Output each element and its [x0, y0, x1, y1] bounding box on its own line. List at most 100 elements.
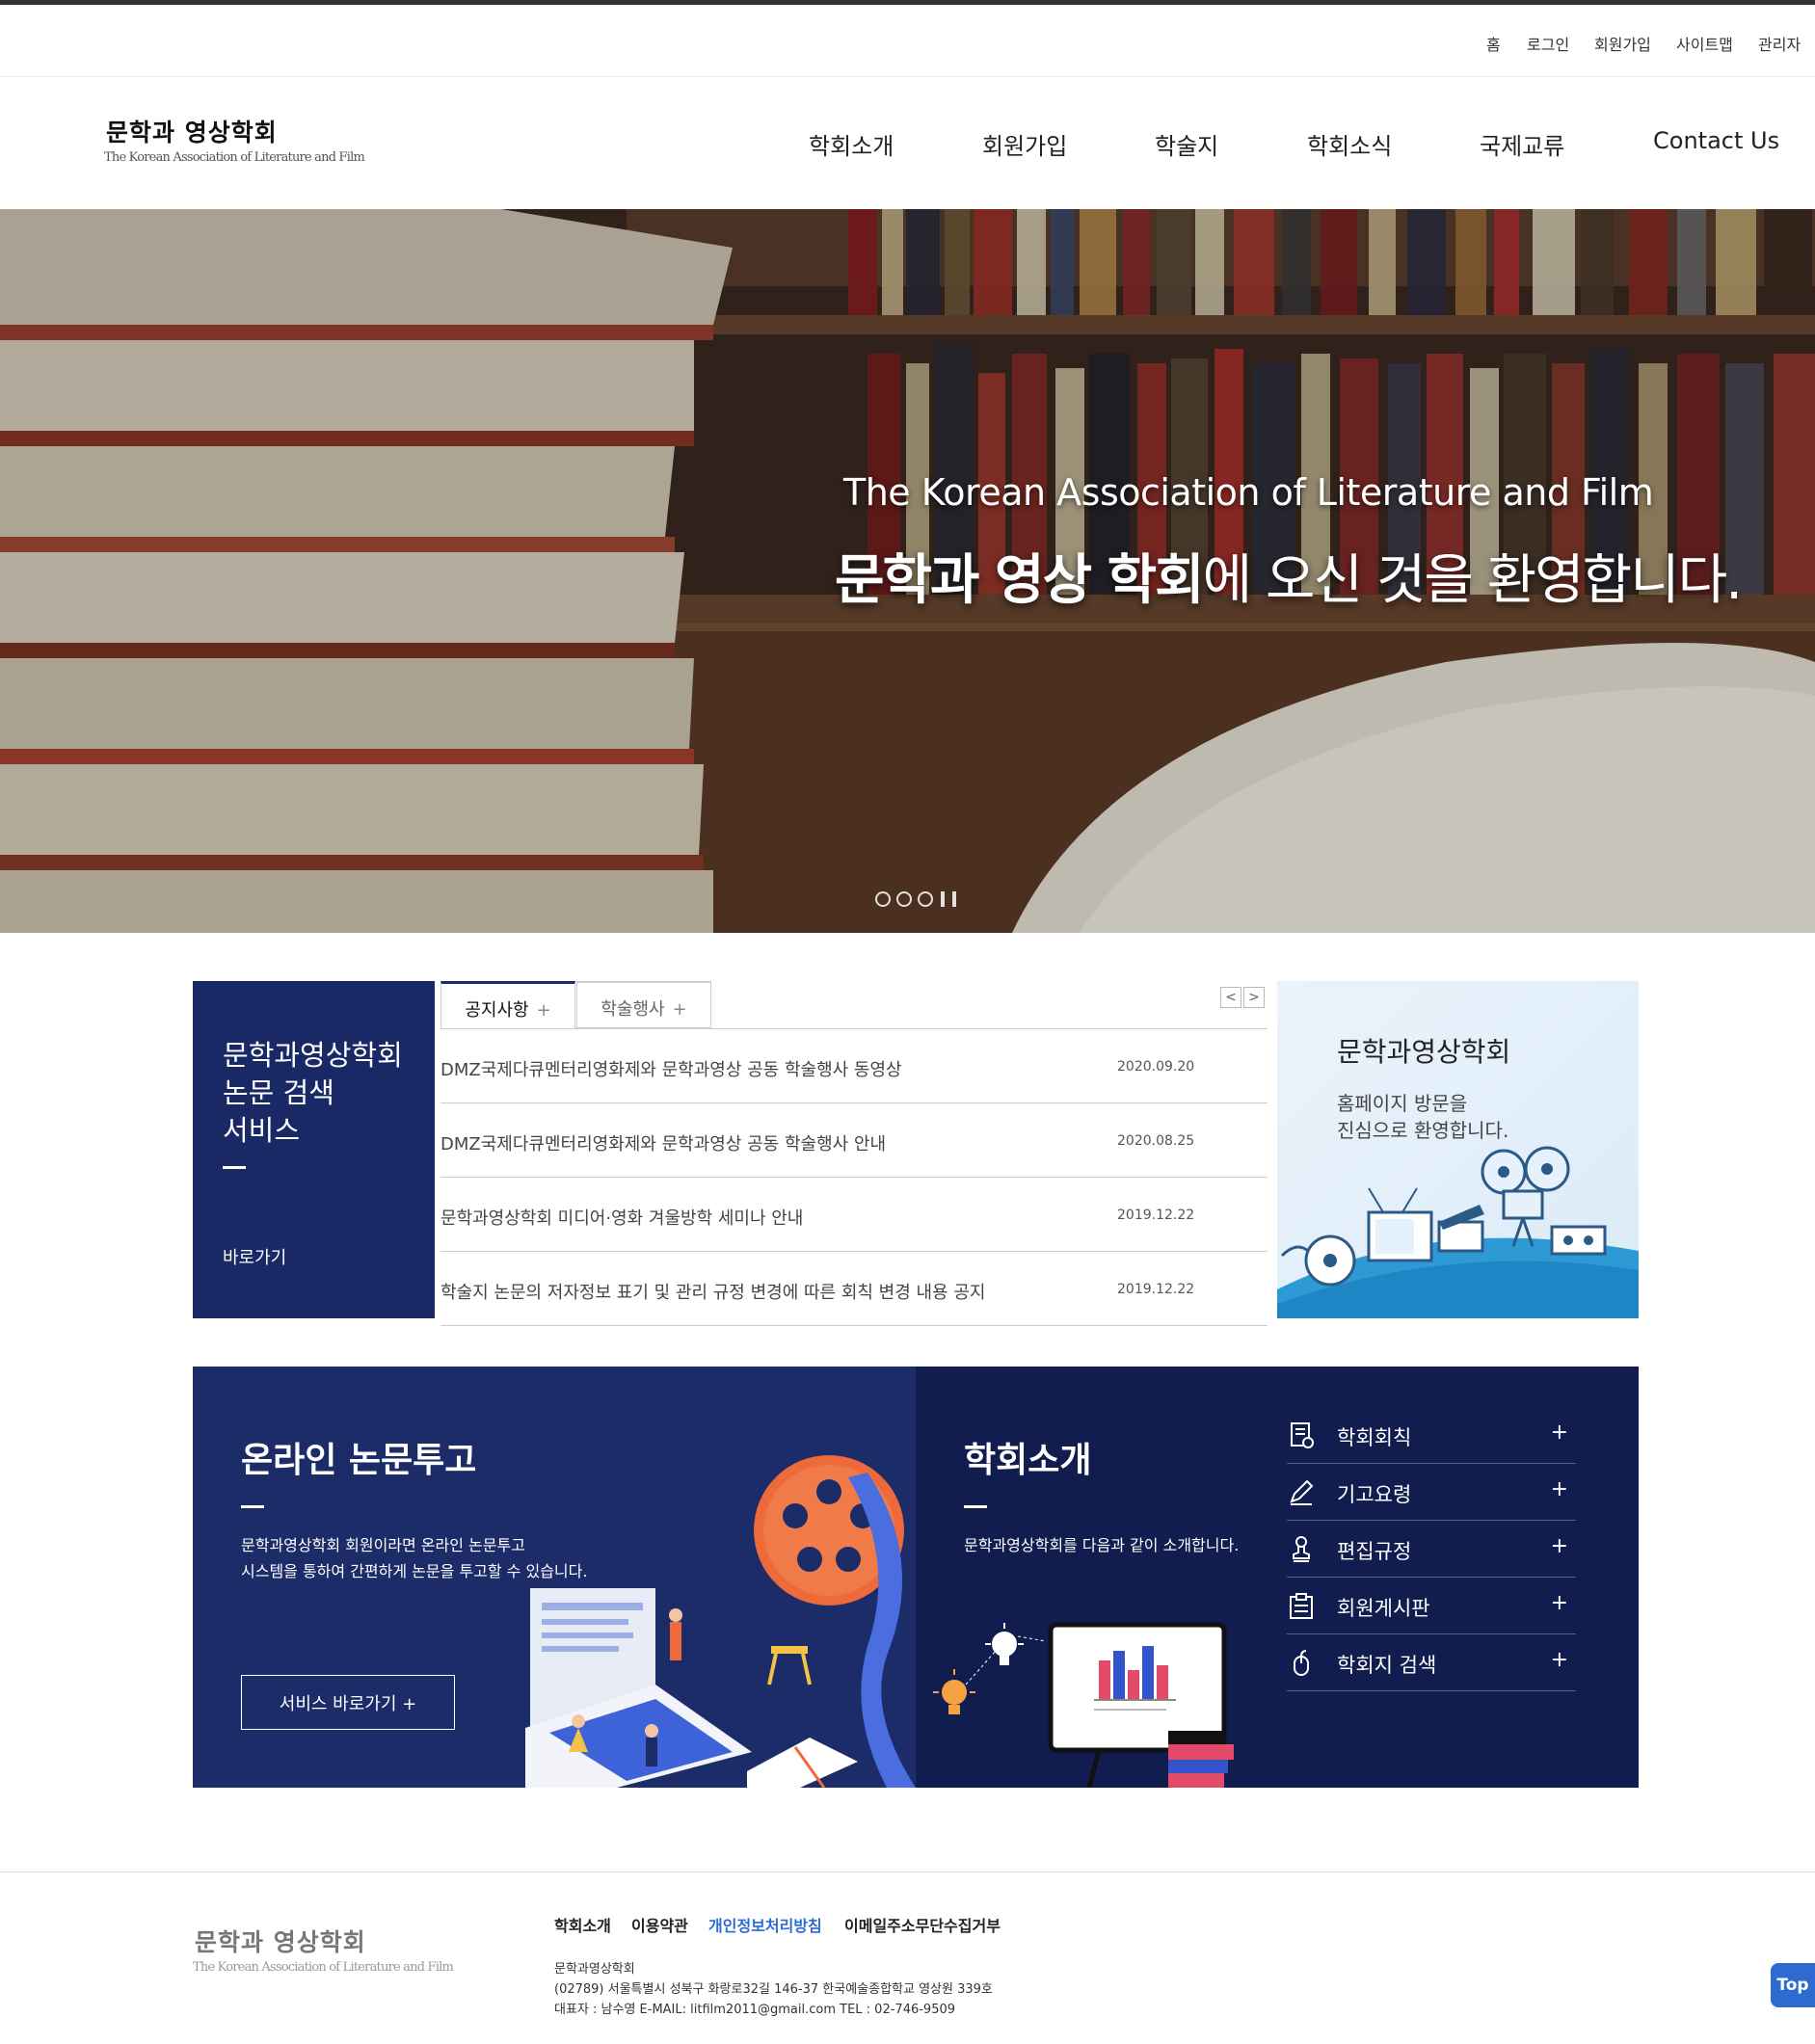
paper-search-line2: 논문 검색: [223, 1076, 334, 1109]
clipboard-icon: [1290, 1593, 1313, 1619]
menu-editorial-rules[interactable]: 편집규정 +: [1287, 1521, 1576, 1578]
notice-title[interactable]: 문학과영상학회 미디어·영화 겨울방학 세미나 안내: [440, 1205, 803, 1230]
paper-search-title: 문학과영상학회 논문 검색 서비스: [223, 1037, 403, 1150]
welcome-box: 문학과영상학회 홈페이지 방문을 진심으로 환영합니다.: [1277, 981, 1639, 1318]
footer-contact: 대표자 : 남수영 E-MAIL: litfilm2011@gmail.com …: [554, 2003, 956, 2017]
hero-subtitle: The Korean Association of Literature and…: [843, 471, 1654, 514]
nav-join[interactable]: 회원가입: [982, 127, 1067, 161]
intro-description: 문학과영상학회를 다음과 같이 소개합니다.: [964, 1536, 1240, 1554]
hero-banner: The Korean Association of Literature and…: [0, 209, 1815, 933]
welcome-title: 문학과영상학회: [1337, 1036, 1511, 1068]
notice-title[interactable]: 학술지 논문의 저자정보 표기 및 관리 규정 변경에 따른 회칙 변경 내용 …: [440, 1279, 985, 1304]
divider: [241, 1505, 264, 1508]
notice-date: 2020.08.25: [1117, 1133, 1195, 1149]
menu-guidelines-label: 기고요령: [1337, 1483, 1412, 1506]
tab-events-label: 학술행사: [601, 999, 665, 1020]
hero-title-bold: 문학과 영상 학회: [835, 549, 1205, 612]
footer: 문학과 영상학회 The Korean Association of Liter…: [0, 1871, 1815, 2044]
hero-title: 문학과 영상 학회에 오신 것을 환영합니다.: [835, 537, 1743, 615]
footer-address: (02789) 서울특별시 성북구 화랑로32길 146-37 한국예술종합학교…: [554, 1982, 993, 1997]
menu-bylaws-label: 학회회칙: [1337, 1426, 1412, 1449]
notice-title[interactable]: DMZ국제다큐멘터리영화제와 문학과영상 공동 학술행사 안내: [440, 1130, 886, 1155]
util-login-link[interactable]: 로그인: [1527, 32, 1569, 55]
plus-icon: +: [1550, 1420, 1568, 1445]
prev-arrow-icon[interactable]: <: [1220, 987, 1241, 1008]
welcome-line2: 진심으로 환영합니다.: [1337, 1119, 1509, 1142]
nav-news[interactable]: 학회소식: [1307, 127, 1392, 161]
paper-search-line3: 서비스: [223, 1114, 301, 1147]
menu-editorial-rules-label: 편집규정: [1337, 1540, 1412, 1563]
footer-logo-korean: 문학과 영상학회: [195, 1928, 366, 1956]
submission-title: 온라인 논문투고: [241, 1441, 477, 1480]
nav-about[interactable]: 학회소개: [809, 127, 894, 161]
welcome-line1: 홈페이지 방문을: [1337, 1092, 1468, 1115]
footer-org: 문학과영상학회: [554, 1962, 635, 1977]
plus-icon: +: [1550, 1591, 1568, 1615]
menu-guidelines[interactable]: 기고요령 +: [1287, 1464, 1576, 1521]
paper-search-link[interactable]: 바로가기: [223, 1244, 286, 1269]
plus-icon: +: [672, 999, 687, 1020]
hero-title-rest: 에 오신 것을 환영합니다.: [1202, 549, 1743, 612]
notice-title[interactable]: DMZ국제다큐멘터리영화제와 문학과영상 공동 학술행사 동영상: [440, 1056, 902, 1081]
paper-search-line1: 문학과영상학회: [223, 1039, 403, 1072]
footer-link-about[interactable]: 학회소개: [554, 1913, 611, 1936]
util-sitemap-link[interactable]: 사이트맵: [1676, 32, 1733, 55]
notice-row[interactable]: 문학과영상학회 미디어·영화 겨울방학 세미나 안내 2019.12.22: [440, 1178, 1268, 1252]
pause-icon[interactable]: [941, 891, 945, 907]
util-join-link[interactable]: 회원가입: [1594, 32, 1651, 55]
menu-bylaws[interactable]: 학회회칙 +: [1287, 1407, 1576, 1464]
plus-icon: +: [1550, 1477, 1568, 1501]
submission-line1: 문학과영상학회 회원이라면 온라인 논문투고: [241, 1536, 525, 1554]
menu-member-board[interactable]: 회원게시판 +: [1287, 1578, 1576, 1634]
notice-date: 2019.12.22: [1117, 1208, 1195, 1223]
pause-icon[interactable]: [952, 891, 956, 907]
stamp-icon: [1293, 1536, 1310, 1562]
logo-english: The Korean Association of Literature and…: [104, 150, 365, 165]
slider-pagination: [875, 891, 956, 907]
footer-link-email-policy[interactable]: 이메일주소무단수집거부: [844, 1913, 1001, 1936]
footer-info: 문학과영상학회 (02789) 서울특별시 성북구 화랑로32길 146-37 …: [554, 1959, 993, 2020]
footer-logo-english: The Korean Association of Literature and…: [193, 1960, 454, 1975]
welcome-text: 홈페이지 방문을 진심으로 환영합니다.: [1337, 1090, 1508, 1144]
tab-notice-label: 공지사항: [465, 1000, 529, 1021]
association-intro-banner: 학회소개 문학과영상학회를 다음과 같이 소개합니다. 학회회칙 + 기고요령 …: [916, 1367, 1639, 1788]
pen-icon: [1290, 1479, 1314, 1505]
slide-dot[interactable]: [875, 891, 891, 907]
slide-dot[interactable]: [918, 891, 933, 907]
plus-icon: +: [1550, 1534, 1568, 1558]
tab-events[interactable]: 학술행사 +: [576, 981, 711, 1028]
notice-date: 2019.12.22: [1117, 1282, 1195, 1297]
header: 문학과 영상학회 The Korean Association of Liter…: [0, 77, 1815, 209]
plus-icon: +: [1550, 1648, 1568, 1672]
footer-link-terms[interactable]: 이용약관: [631, 1913, 688, 1936]
divider: [223, 1166, 246, 1169]
util-admin-link[interactable]: 관리자: [1758, 32, 1801, 55]
paper-search-box[interactable]: 문학과영상학회 논문 검색 서비스 바로가기: [193, 981, 435, 1318]
back-to-top-button[interactable]: Top: [1771, 1963, 1815, 2007]
util-home-link[interactable]: 홈: [1486, 32, 1501, 55]
notice-row[interactable]: DMZ국제다큐멘터리영화제와 문학과영상 공동 학술행사 안내 2020.08.…: [440, 1103, 1268, 1178]
intro-title: 학회소개: [964, 1441, 1092, 1480]
nav-international[interactable]: 국제교류: [1480, 127, 1564, 161]
document-icon: [1291, 1422, 1314, 1448]
slide-dot[interactable]: [896, 891, 912, 907]
divider: [964, 1505, 987, 1508]
tab-notice[interactable]: 공지사항 +: [440, 981, 575, 1028]
menu-member-board-label: 회원게시판: [1337, 1597, 1430, 1620]
online-submission-banner: 온라인 논문투고 문학과영상학회 회원이라면 온라인 논문투고 시스템을 통하여…: [193, 1367, 916, 1788]
service-shortcut-button[interactable]: 서비스 바로가기 +: [241, 1675, 455, 1730]
notice-row[interactable]: DMZ국제다큐멘터리영화제와 문학과영상 공동 학술행사 동영상 2020.09…: [440, 1029, 1268, 1103]
nav-contact[interactable]: Contact Us: [1653, 127, 1779, 154]
nav-journal[interactable]: 학술지: [1155, 127, 1218, 161]
notice-row[interactable]: 학술지 논문의 저자정보 표기 및 관리 규정 변경에 따른 회칙 변경 내용 …: [440, 1252, 1268, 1326]
utility-bar: 홈 로그인 회원가입 사이트맵 관리자: [0, 5, 1815, 77]
submission-description: 문학과영상학회 회원이라면 온라인 논문투고 시스템을 통하여 간편하게 논문을…: [241, 1532, 587, 1584]
menu-journal-search-label: 학회지 검색: [1337, 1654, 1437, 1677]
menu-journal-search[interactable]: 학회지 검색 +: [1287, 1634, 1576, 1691]
notice-arrows: < >: [1220, 987, 1265, 1008]
next-arrow-icon[interactable]: >: [1243, 987, 1265, 1008]
notice-date: 2020.09.20: [1117, 1059, 1195, 1075]
logo-korean: 문학과 영상학회: [106, 119, 278, 146]
submission-line2: 시스템을 통하여 간편하게 논문을 투고할 수 있습니다.: [241, 1562, 588, 1580]
footer-link-privacy[interactable]: 개인정보처리방침: [708, 1913, 822, 1936]
